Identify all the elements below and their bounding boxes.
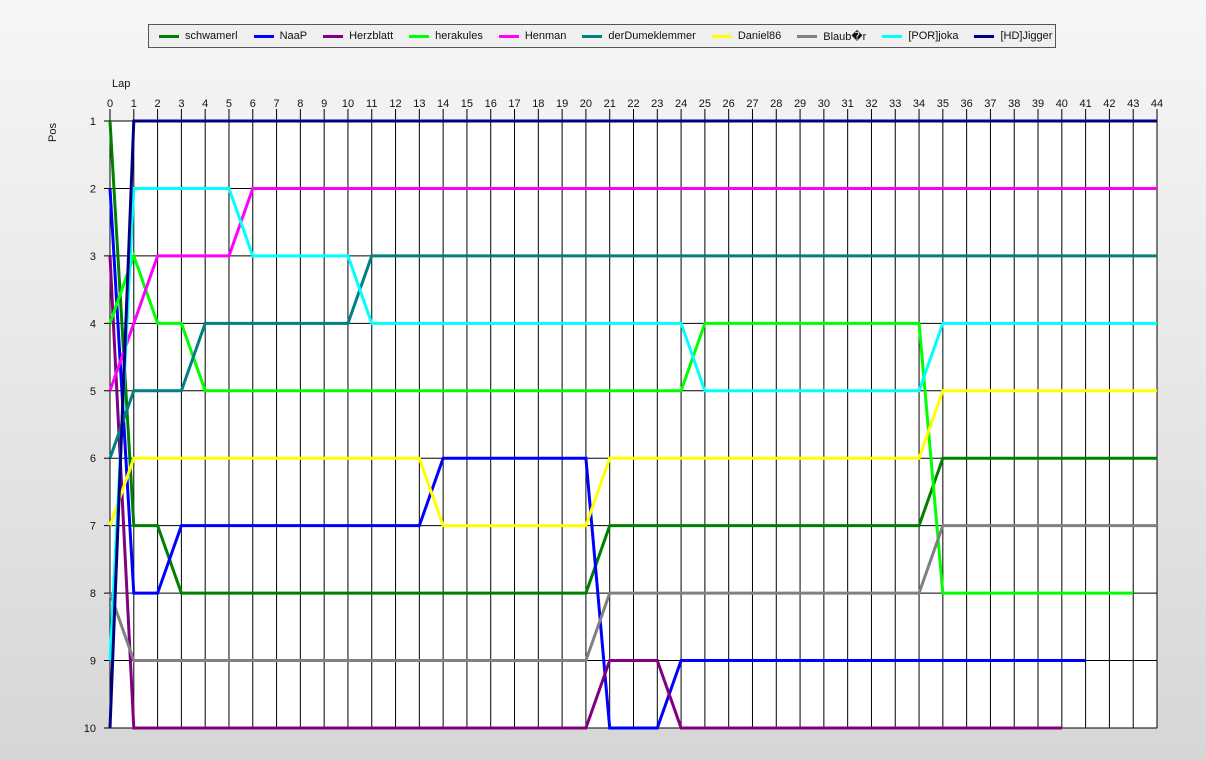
x-tick-label: 2 <box>155 98 161 110</box>
x-tick-label: 42 <box>1103 98 1115 110</box>
y-tick-label: 1 <box>90 116 96 128</box>
x-tick-label: 36 <box>961 98 973 110</box>
x-tick-label: 29 <box>794 98 806 110</box>
x-tick-label: 38 <box>1008 98 1020 110</box>
x-tick-label: 15 <box>461 98 473 110</box>
x-tick-label: 31 <box>842 98 854 110</box>
x-tick-label: 34 <box>913 98 925 110</box>
y-tick-label: 2 <box>90 183 96 195</box>
x-tick-label: 43 <box>1127 98 1139 110</box>
x-tick-label: 18 <box>532 98 544 110</box>
x-tick-label: 35 <box>937 98 949 110</box>
x-tick-label: 27 <box>746 98 758 110</box>
chart-root: schwamerl NaaP Herzblatt herakules Henman der… <box>0 0 1206 760</box>
x-tick-label: 1 <box>131 98 137 110</box>
x-tick-label: 23 <box>651 98 663 110</box>
x-tick-label: 17 <box>508 98 520 110</box>
x-tick-label: 39 <box>1032 98 1044 110</box>
x-tick-label: 24 <box>675 98 687 110</box>
y-tick-label: 10 <box>84 723 96 735</box>
x-tick-label: 8 <box>297 98 303 110</box>
x-tick-label: 20 <box>580 98 592 110</box>
x-tick-label: 44 <box>1151 98 1163 110</box>
x-tick-label: 37 <box>984 98 996 110</box>
y-tick-label: 6 <box>90 453 96 465</box>
x-tick-label: 10 <box>342 98 354 110</box>
x-tick-label: 5 <box>226 98 232 110</box>
x-tick-label: 13 <box>413 98 425 110</box>
x-tick-label: 9 <box>321 98 327 110</box>
x-tick-label: 4 <box>202 98 208 110</box>
x-tick-label: 33 <box>889 98 901 110</box>
y-tick-label: 7 <box>90 521 96 533</box>
x-tick-label: 41 <box>1079 98 1091 110</box>
x-tick-label: 28 <box>770 98 782 110</box>
y-tick-label: 4 <box>90 318 96 330</box>
y-tick-label: 8 <box>90 588 96 600</box>
x-tick-label: 26 <box>723 98 735 110</box>
x-tick-label: 6 <box>250 98 256 110</box>
x-tick-label: 32 <box>865 98 877 110</box>
y-tick-label: 3 <box>90 251 96 263</box>
x-tick-label: 21 <box>604 98 616 110</box>
x-tick-label: 7 <box>274 98 280 110</box>
x-tick-label: 14 <box>437 98 449 110</box>
x-tick-label: 12 <box>389 98 401 110</box>
x-tick-label: 3 <box>178 98 184 110</box>
line-chart: 0 1 2 3 4 5 6 7 8 9 10 11 12 13 14 15 16 17 18 19 20 21 22 23 24… <box>84 98 1163 735</box>
x-tick-label: 22 <box>627 98 639 110</box>
x-tick-label: 0 <box>107 98 113 110</box>
x-tick-label: 11 <box>366 98 377 110</box>
x-tick-label: 30 <box>818 98 830 110</box>
x-tick-label: 19 <box>556 98 568 110</box>
x-tick-label: 40 <box>1056 98 1068 110</box>
y-tick-label: 5 <box>90 386 96 398</box>
x-tick-label: 16 <box>485 98 497 110</box>
x-tick-label: 25 <box>699 98 711 110</box>
y-tick-label: 9 <box>90 656 96 668</box>
